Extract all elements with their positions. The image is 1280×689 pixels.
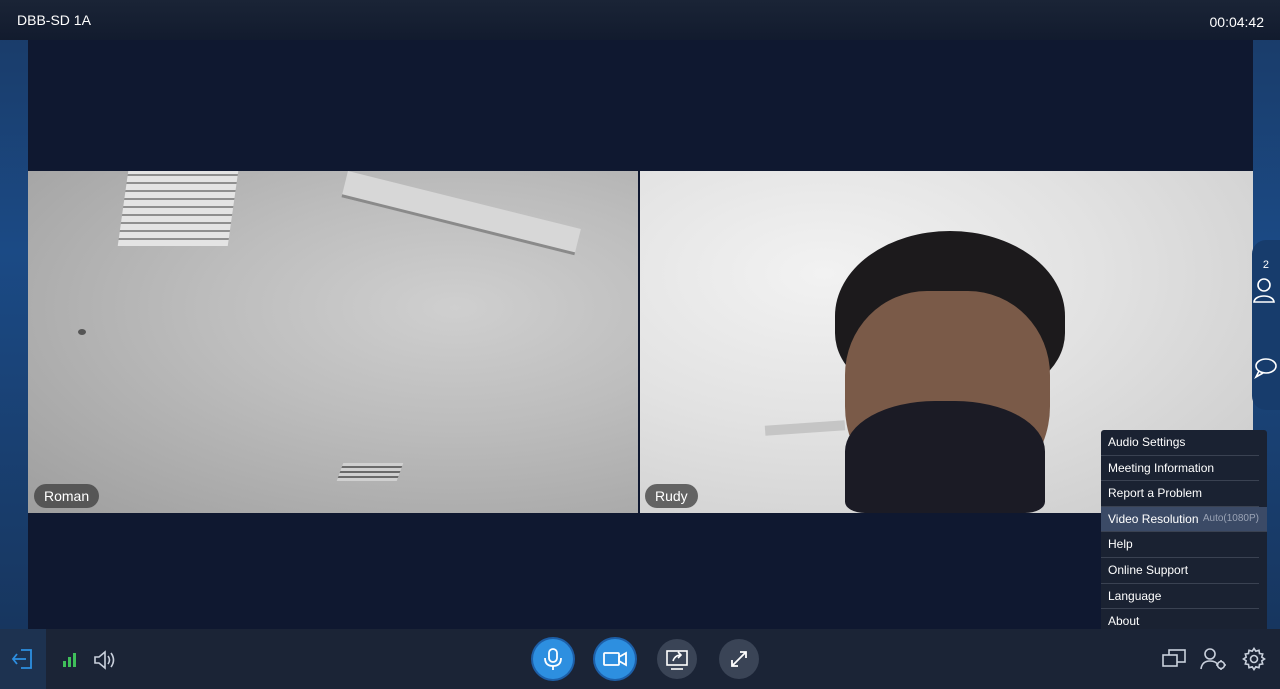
gear-icon[interactable]: [1242, 647, 1266, 671]
participant-name-tag: Roman: [34, 484, 100, 508]
camera-button[interactable]: [595, 639, 635, 679]
chat-icon[interactable]: [1253, 356, 1277, 380]
share-screen-icon: [666, 650, 688, 670]
menu-item-help[interactable]: Help: [1101, 532, 1259, 558]
ceiling-vent-small: [336, 463, 404, 481]
share-screen-button[interactable]: [657, 639, 697, 679]
participant-name-tag: Rudy: [645, 484, 698, 508]
menu-item-video-resolution[interactable]: Video Resolution Auto(1080P): [1101, 506, 1267, 533]
menu-item-audio-settings[interactable]: Audio Settings: [1101, 430, 1259, 456]
menu-item-report-problem[interactable]: Report a Problem: [1101, 481, 1259, 507]
video-tile-roman[interactable]: Roman: [28, 171, 638, 513]
fullscreen-icon: [731, 651, 747, 667]
participants-icon[interactable]: [1200, 647, 1228, 671]
top-bar: DBB-SD 1A 00:04:42: [0, 0, 1280, 40]
menu-item-label: Video Resolution: [1108, 511, 1199, 526]
participants-icon[interactable]: [1252, 276, 1276, 304]
menu-item-language[interactable]: Language: [1101, 584, 1259, 610]
ceiling-fixture: [78, 329, 86, 335]
signal-icon[interactable]: [62, 653, 78, 667]
microphone-button[interactable]: [533, 639, 573, 679]
microphone-icon: [544, 648, 562, 670]
participant-count-badge: 2: [1262, 259, 1269, 271]
left-edge-panel: [0, 0, 28, 629]
menu-item-label: Audio Settings: [1108, 435, 1186, 449]
wall-light: [764, 420, 846, 436]
leave-meeting-button[interactable]: [0, 629, 46, 689]
menu-item-meeting-information[interactable]: Meeting Information: [1101, 456, 1259, 482]
room-name: DBB-SD 1A: [17, 12, 91, 28]
speaker-icon[interactable]: [93, 650, 117, 670]
settings-menu: Audio Settings Meeting Information Repor…: [1101, 430, 1267, 633]
exit-icon: [11, 649, 32, 669]
menu-item-label: Language: [1108, 588, 1162, 603]
menu-item-online-support[interactable]: Online Support: [1101, 558, 1259, 584]
fullscreen-button[interactable]: [719, 639, 759, 679]
bottom-toolbar: [0, 629, 1280, 689]
menu-item-label: Help: [1108, 537, 1133, 552]
menu-item-label: Online Support: [1108, 562, 1189, 577]
menu-item-label: About: [1108, 614, 1140, 629]
person-mask: [845, 401, 1045, 513]
ceiling-light: [341, 171, 581, 256]
menu-item-label: Report a Problem: [1108, 486, 1203, 501]
ceiling-vent: [117, 171, 239, 246]
video-resolution-value: Auto(1080P): [1202, 512, 1259, 524]
menu-item-label: Meeting Information: [1108, 460, 1215, 475]
camera-icon: [603, 651, 627, 667]
call-timer: 00:04:42: [1209, 14, 1265, 30]
layout-icon[interactable]: [1161, 648, 1187, 670]
